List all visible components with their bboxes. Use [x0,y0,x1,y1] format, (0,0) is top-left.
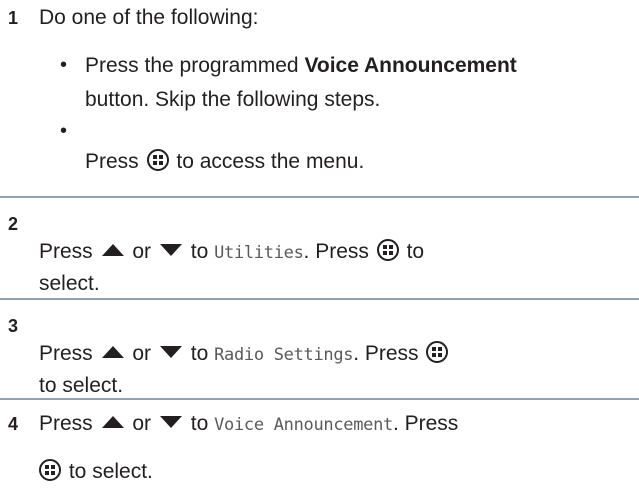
to-text: to [190,240,209,263]
step-4-select: to select. [68,460,153,483]
bullet-2-rest: to access the menu. [176,150,365,173]
menu-ok-icon [39,459,61,481]
bullet-dot: • [60,120,68,142]
press-text-2: . Press [303,240,369,263]
menu-item-radio-settings: Radio Settings [214,345,354,365]
up-arrow-icon [101,244,124,256]
or-text: or [132,412,152,435]
menu-ok-icon [376,239,399,261]
bullet-1-press: Press the programmed [85,54,299,77]
press-text: Press [39,342,93,365]
or-text: or [132,240,152,263]
bullet-1-line-1: Press the programmed Voice Announcement [85,52,517,80]
bullet-1-line-2: button. Skip the following steps. [85,88,381,111]
press-text-2: . Press [353,342,419,365]
menu-item-voice-announcement: Voice Announcement [214,415,393,435]
bullet-dot: • [60,54,68,76]
menu-item-utilities: Utilities [214,243,304,263]
up-arrow-icon [101,346,124,358]
procedure-page: 1 Do one of the following: • Press the p… [0,0,639,504]
separator [0,196,639,198]
step-intro: Do one of the following: [39,6,259,29]
step-number: 1 [8,8,19,28]
separator [0,298,639,300]
to-text: to [190,412,209,435]
down-arrow-icon [159,346,182,358]
step-number: 3 [8,316,19,336]
down-arrow-icon [159,416,182,428]
step-number: 2 [8,214,19,234]
press-text: Press [39,412,93,435]
up-arrow-icon [101,416,124,428]
to-text: to [190,342,209,365]
bullet-2-line: Press to access the menu. [85,148,364,176]
menu-ok-icon [146,149,169,171]
separator [0,398,639,400]
or-text: or [132,342,152,365]
step-2-line-2: select. [39,272,100,295]
down-arrow-icon [159,244,182,256]
step-4-line-1: Press or to Voice Announcement. Press [39,410,458,439]
step-3-line-2: to select. [39,374,124,397]
to-text-2: to [406,240,425,263]
step-number: 4 [8,414,19,434]
press-text: Press [39,240,93,263]
step-4-line-2: to select. [37,458,153,486]
bullet-1-bold: Voice Announcement [304,54,517,77]
bullet-2-press: Press [85,150,139,173]
step-3-line-1: Press or to Radio Settings. Press [39,340,450,369]
step-2-line-1: Press or to Utilities. Press to [39,238,424,267]
press-text-2: . Press [392,412,459,435]
menu-ok-icon [426,341,449,363]
